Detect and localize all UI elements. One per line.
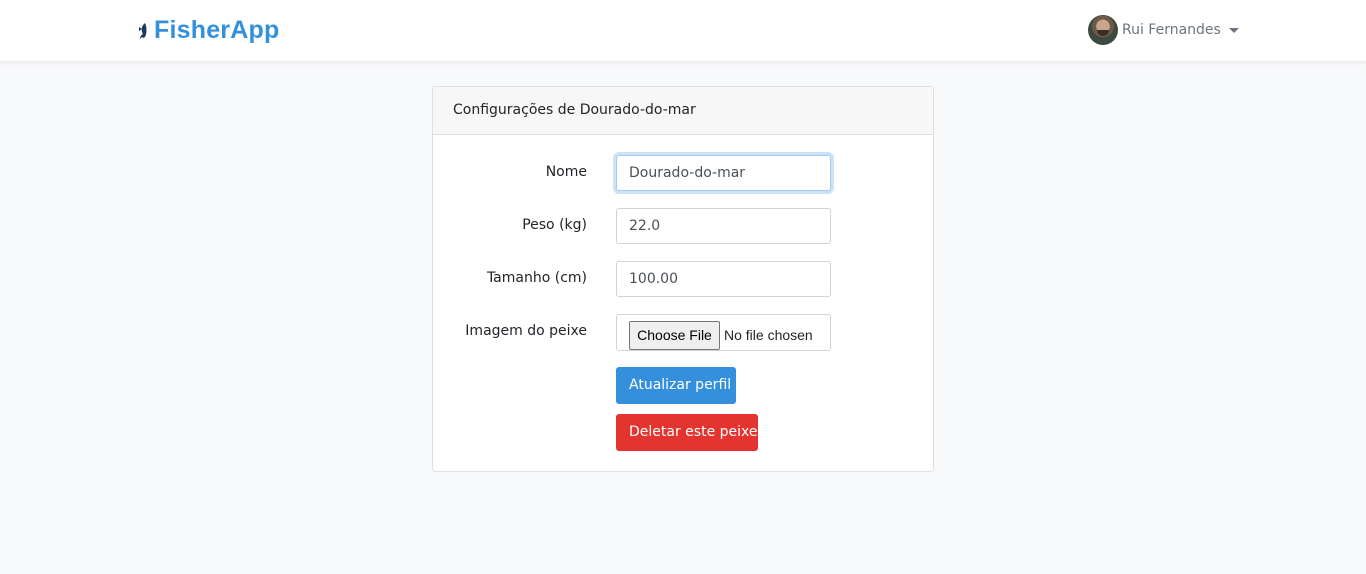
- imagem-row: Imagem do peixe Choose File No file chos…: [433, 314, 933, 351]
- tamanho-input[interactable]: [616, 261, 831, 297]
- file-input[interactable]: Choose File No file chosen: [616, 314, 831, 351]
- brand-link[interactable]: FisherApp: [136, 16, 279, 45]
- chevron-down-icon: [1228, 27, 1239, 33]
- fish-icon: [139, 22, 147, 39]
- peso-row: Peso (kg): [433, 208, 933, 245]
- nome-label: Nome: [545, 164, 587, 180]
- imagem-label: Imagem do peixe: [465, 323, 587, 339]
- fish-settings-card: Configurações de Dourado-do-mar Nome Pes…: [432, 86, 934, 472]
- card-header: Configurações de Dourado-do-mar: [433, 87, 933, 135]
- brand-name-part2: App: [230, 16, 280, 44]
- brand-name-part1: Fisher: [154, 16, 231, 44]
- user-menu-toggle[interactable]: Rui Fernandes: [1088, 15, 1239, 45]
- user-name: Rui Fernandes: [1122, 22, 1221, 38]
- navbar: FisherApp Rui Fernandes: [0, 0, 1366, 62]
- file-status: No file chosen: [724, 327, 813, 343]
- peso-label: Peso (kg): [522, 217, 587, 233]
- brand-name: FisherApp: [154, 16, 279, 45]
- nome-row: Nome: [433, 155, 933, 192]
- choose-file-button[interactable]: Choose File: [629, 321, 720, 350]
- nome-input[interactable]: [616, 155, 831, 191]
- avatar: [1088, 15, 1118, 45]
- update-profile-button[interactable]: Atualizar perfil: [616, 367, 736, 404]
- delete-fish-button[interactable]: Deletar este peixe: [616, 414, 758, 451]
- tamanho-label: Tamanho (cm): [486, 270, 587, 286]
- tamanho-row: Tamanho (cm): [433, 261, 933, 298]
- peso-input[interactable]: [616, 208, 831, 244]
